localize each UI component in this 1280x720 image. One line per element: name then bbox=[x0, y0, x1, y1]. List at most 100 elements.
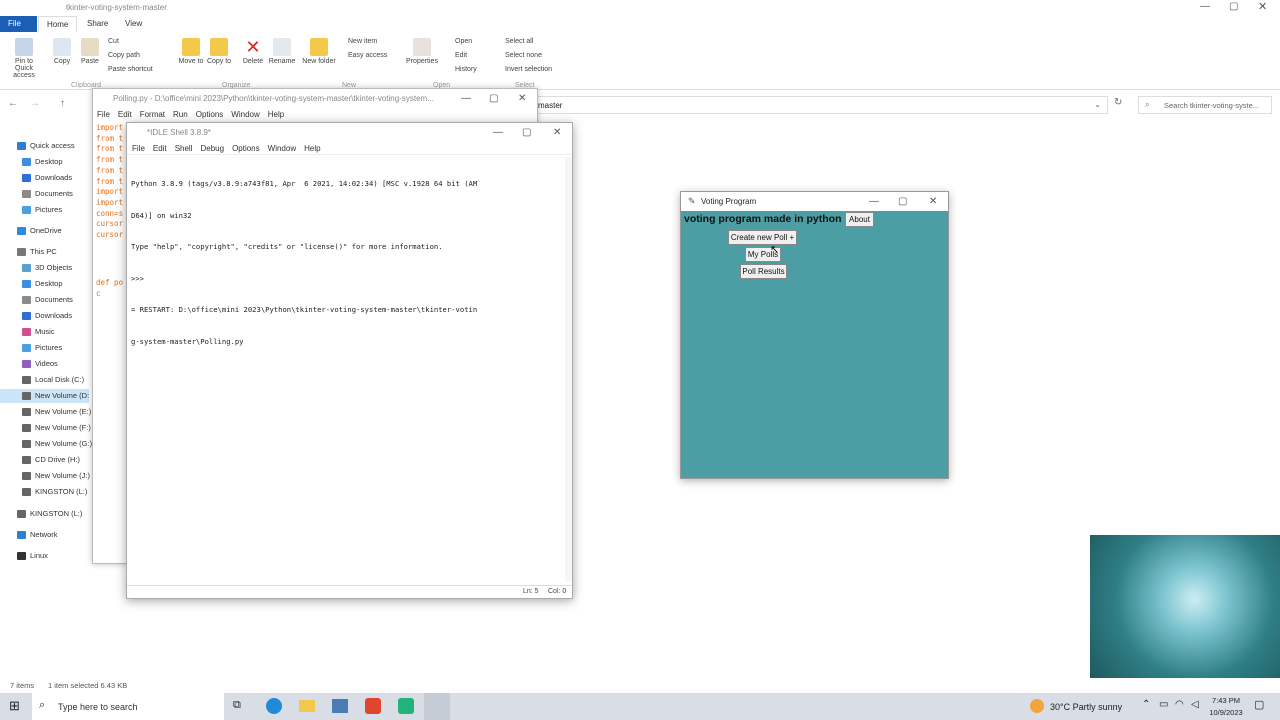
sidebar-item[interactable]: Downloads bbox=[0, 171, 72, 185]
sidebar-item[interactable]: 3D Objects bbox=[0, 261, 72, 275]
properties-button[interactable]: Properties bbox=[402, 38, 442, 65]
sidebar-item[interactable]: Pictures bbox=[0, 341, 62, 355]
windows-start-icon[interactable]: ⊞ bbox=[9, 698, 20, 714]
easy-access-button[interactable]: Easy access bbox=[348, 52, 387, 59]
volume-icon[interactable]: ◁ bbox=[1191, 699, 1199, 710]
menu-debug[interactable]: Debug bbox=[200, 144, 224, 153]
about-button[interactable]: About bbox=[845, 212, 874, 227]
notifications-icon[interactable]: ▢ bbox=[1254, 698, 1264, 711]
new-folder-button[interactable]: New folder bbox=[301, 38, 337, 65]
address-input[interactable]: master ⌄ bbox=[538, 96, 1108, 114]
tab-view[interactable]: View bbox=[117, 16, 150, 32]
copy-path-button[interactable]: Copy path bbox=[108, 52, 140, 59]
brave-icon[interactable] bbox=[365, 698, 381, 714]
menu-file[interactable]: File bbox=[97, 110, 110, 119]
sidebar-item[interactable]: New Volume (F:) bbox=[0, 421, 91, 435]
sidebar-item[interactable]: New Volume (G:) bbox=[0, 437, 92, 451]
select-none-button[interactable]: Select none bbox=[505, 52, 542, 59]
sidebar-item[interactable]: Music bbox=[0, 325, 55, 339]
close-button[interactable]: ✕ bbox=[518, 89, 526, 109]
sidebar-item[interactable]: CD Drive (H:) bbox=[0, 453, 80, 467]
edit-button[interactable]: Edit bbox=[455, 52, 467, 59]
minimize-button[interactable]: — bbox=[1200, 1, 1210, 12]
sidebar-item[interactable]: This PC bbox=[0, 245, 57, 259]
file-explorer-icon[interactable] bbox=[299, 700, 315, 712]
sidebar-item[interactable]: OneDrive bbox=[0, 224, 62, 238]
rename-button[interactable]: Rename bbox=[264, 38, 300, 65]
menu-help[interactable]: Help bbox=[268, 110, 284, 119]
sidebar-item[interactable]: Local Disk (C:) bbox=[0, 373, 84, 387]
close-button[interactable]: ✕ bbox=[553, 123, 561, 143]
task-view-icon[interactable]: ⧉ bbox=[233, 699, 241, 712]
sidebar-item[interactable]: Linux bbox=[0, 549, 48, 563]
sidebar-item[interactable]: Documents bbox=[0, 293, 73, 307]
scrollbar[interactable] bbox=[565, 157, 572, 581]
forward-icon[interactable]: → bbox=[30, 98, 40, 109]
clock-time[interactable]: 7:43 PM bbox=[1210, 696, 1242, 705]
taskbar-search-box[interactable]: ⌕ Type here to search bbox=[32, 693, 224, 720]
menu-help[interactable]: Help bbox=[304, 144, 320, 153]
select-all-button[interactable]: Select all bbox=[505, 38, 533, 45]
back-icon[interactable]: ← bbox=[8, 98, 18, 109]
invert-selection-button[interactable]: Invert selection bbox=[505, 66, 552, 73]
open-button[interactable]: Open bbox=[455, 38, 472, 45]
menu-edit[interactable]: Edit bbox=[153, 144, 167, 153]
maximize-button[interactable]: ▢ bbox=[1229, 1, 1238, 12]
menu-options[interactable]: Options bbox=[196, 110, 224, 119]
sidebar-item[interactable]: KINGSTON (L:) bbox=[0, 485, 87, 499]
sidebar-item[interactable]: Desktop bbox=[0, 277, 63, 291]
minimize-button[interactable]: — bbox=[461, 89, 471, 109]
sidebar-item[interactable]: Pictures bbox=[0, 203, 62, 217]
sidebar-item[interactable]: Network bbox=[0, 528, 58, 542]
minimize-button[interactable]: — bbox=[869, 192, 879, 211]
history-button[interactable]: History bbox=[455, 66, 477, 73]
sidebar-item[interactable]: Quick access bbox=[0, 139, 75, 153]
idle-shell-window[interactable]: *IDLE Shell 3.8.9* — ▢ ✕ File Edit Shell De… bbox=[126, 122, 573, 599]
app-icon[interactable] bbox=[332, 699, 348, 713]
voting-program-window[interactable]: ✎ Voting Program — ▢ ✕ voting program ma… bbox=[680, 191, 949, 479]
chevron-down-icon[interactable]: ⌄ bbox=[1094, 100, 1101, 109]
menu-run[interactable]: Run bbox=[173, 110, 188, 119]
sidebar-item[interactable]: Documents bbox=[0, 187, 73, 201]
python-idle-taskbar-item[interactable] bbox=[424, 693, 450, 720]
menu-edit[interactable]: Edit bbox=[118, 110, 132, 119]
menu-window[interactable]: Window bbox=[268, 144, 296, 153]
menu-format[interactable]: Format bbox=[140, 110, 165, 119]
menu-file[interactable]: File bbox=[132, 144, 145, 153]
copy-to-button[interactable]: Copy to bbox=[201, 38, 237, 65]
clock-date[interactable]: 10/9/2023 bbox=[1206, 708, 1246, 717]
maximize-button[interactable]: ▢ bbox=[522, 123, 531, 143]
search-input[interactable]: ⌕ Search tkinter-voting-syste... bbox=[1138, 96, 1272, 114]
tab-file[interactable]: File bbox=[0, 16, 37, 32]
wifi-icon[interactable]: ◠ bbox=[1175, 699, 1184, 710]
pin-button[interactable]: Pin to Quick access bbox=[6, 38, 42, 79]
edge-icon[interactable] bbox=[266, 698, 282, 714]
app-icon[interactable] bbox=[398, 698, 414, 714]
menu-window[interactable]: Window bbox=[231, 110, 259, 119]
menu-options[interactable]: Options bbox=[232, 144, 260, 153]
sidebar-item[interactable]: New Volume (D: bbox=[0, 389, 90, 403]
up-icon[interactable]: ↑ bbox=[60, 98, 65, 109]
create-poll-button[interactable]: Create new Poll + bbox=[728, 230, 797, 245]
close-button[interactable]: ✕ bbox=[1258, 0, 1267, 13]
chevron-up-icon[interactable]: ⌃ bbox=[1142, 699, 1150, 710]
maximize-button[interactable]: ▢ bbox=[898, 192, 907, 211]
sidebar-item[interactable]: Desktop bbox=[0, 155, 63, 169]
weather-text[interactable]: 30°C Partly sunny bbox=[1050, 702, 1122, 712]
sidebar-item[interactable]: New Volume (J:) bbox=[0, 469, 90, 483]
cut-button[interactable]: Cut bbox=[108, 38, 119, 45]
paste-shortcut-button[interactable]: Paste shortcut bbox=[108, 66, 153, 73]
refresh-icon[interactable]: ↻ bbox=[1114, 97, 1122, 108]
paste-button[interactable]: Paste bbox=[72, 38, 108, 65]
close-button[interactable]: ✕ bbox=[929, 192, 937, 211]
poll-results-button[interactable]: Poll Results bbox=[740, 264, 787, 279]
tab-home[interactable]: Home bbox=[38, 16, 78, 32]
tab-share[interactable]: Share bbox=[79, 16, 116, 32]
sidebar-item[interactable]: New Volume (E:) bbox=[0, 405, 91, 419]
sidebar-item[interactable]: Downloads bbox=[0, 309, 72, 323]
idle-console[interactable]: Python 3.8.9 (tags/v3.8.9:a743f81, Apr 6… bbox=[127, 155, 572, 371]
sidebar-item[interactable]: Videos bbox=[0, 357, 58, 371]
new-item-button[interactable]: New item bbox=[348, 38, 377, 45]
maximize-button[interactable]: ▢ bbox=[489, 89, 498, 109]
sidebar-item[interactable]: KINGSTON (L:) bbox=[0, 507, 82, 521]
